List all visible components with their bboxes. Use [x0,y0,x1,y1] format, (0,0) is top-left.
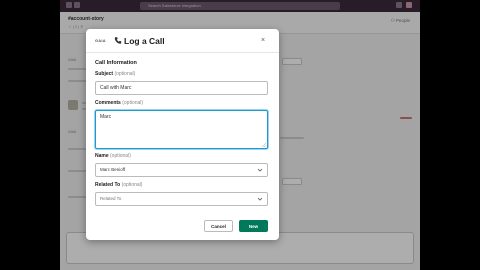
phone-icon [114,37,122,44]
subject-label: Subject (optional) [95,71,136,77]
comments-textarea[interactable]: Marc [95,110,268,149]
comments-value: Marc [100,114,112,120]
modal-header: GAIA Log a Call × [86,29,279,53]
new-button[interactable]: New [239,220,268,232]
subject-input[interactable] [95,81,268,95]
close-button[interactable]: × [258,36,268,46]
app-screen: Search Salesforce Integration #account-s… [60,0,420,270]
chevron-down-icon [257,168,263,172]
chevron-down-icon [257,197,263,201]
cancel-button[interactable]: Cancel [204,220,233,232]
related-to-label: Related To (optional) [95,182,143,188]
section-title: Call Information [95,60,137,66]
app-logo: GAIA [95,38,106,43]
comments-label: Comments (optional) [95,100,144,106]
name-select-value: Marc Benioff [100,167,126,172]
related-to-select[interactable]: Related To [95,192,268,206]
log-call-modal: GAIA Log a Call × Call Information Subje… [86,29,279,240]
related-to-placeholder: Related To [100,196,122,201]
name-label: Name (optional) [95,153,131,159]
resize-grip-icon[interactable] [262,143,266,147]
name-select[interactable]: Marc Benioff [95,163,268,177]
modal-title: Log a Call [124,36,165,46]
